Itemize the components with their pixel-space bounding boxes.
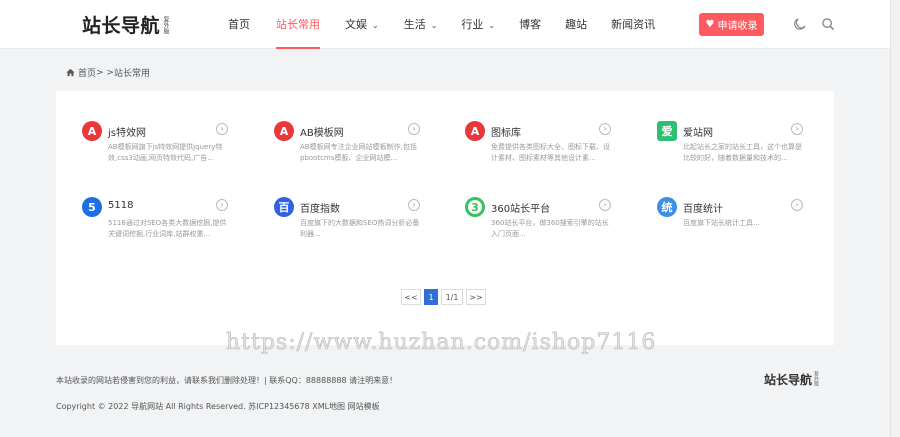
nav-label: 生活 [403,18,426,31]
site-name: 百度指数 [300,204,340,215]
arrow-right-circle-icon[interactable]: › [791,123,803,135]
breadcrumb-separator: > > [96,67,114,78]
breadcrumb: 首页 > > 站长常用 [66,66,150,79]
watermark-text: https://www.huzhan.com/ishop7116 [226,330,657,356]
pagination-next[interactable]: >> [466,289,486,305]
site-logo-icon: A [82,121,102,141]
pagination-prev[interactable]: << [401,289,421,305]
moon-icon[interactable] [793,17,807,31]
site-logo-icon: 百 [274,197,294,217]
site-logo-icon: 5 [82,197,102,217]
nav-item-entertainment[interactable]: 文娱 ⌄ [345,0,379,49]
arrow-right-circle-icon[interactable]: › [408,123,420,135]
site-name: 5118 [108,200,134,211]
breadcrumb-home[interactable]: 首页 [78,66,96,79]
site-card[interactable]: A 图标库 › 免费提供各类图标大全、图标下载、设计素材、图标素材等其他设计素.… [465,121,615,181]
site-card[interactable]: 统 百度统计 › 百度旗下站长统计工具... [657,197,807,257]
nav-label: 首页 [228,18,250,31]
page-scrollbar[interactable] [890,0,900,437]
nav-label: 博客 [519,18,542,31]
arrow-right-circle-icon[interactable]: › [791,199,803,211]
footer-logo-subtext: 复外版 [813,371,820,386]
site-name: js特效网 [108,128,146,139]
arrow-right-circle-icon[interactable]: › [599,123,611,135]
logo-text: 站长导航 [82,15,161,37]
main-nav: 首页 站长常用 文娱 ⌄ 生活 ⌄ 行业 ⌄ 博客 趣站 新闻资讯 [228,0,655,49]
pagination-page-current[interactable]: 1 [424,289,438,305]
apply-listing-button[interactable]: ♥ 申请收录 [699,13,764,36]
arrow-right-circle-icon[interactable]: › [408,199,420,211]
arrow-right-circle-icon[interactable]: › [216,123,228,135]
site-description: 百度旗下的大数据和SEO热词分析必备利器... [300,219,420,238]
site-logo-icon: 爱 [657,121,677,141]
site-description: 比起站长之家的站长工具，这个也算是比较的好，随着数据量和技术的... [683,143,802,162]
breadcrumb-current: 站长常用 [113,69,150,79]
nav-item-industry[interactable]: 行业 ⌄ [461,0,495,49]
apply-label: 申请收录 [717,21,758,32]
chevron-down-icon: ⌄ [372,21,379,30]
site-logo-icon: 统 [657,197,677,217]
home-icon [66,68,75,77]
site-card[interactable]: 3 360站长平台 › 360站长平台，做360搜索引擎的站长入门页面... [465,197,615,257]
site-card[interactable]: 百 百度指数 › 百度旗下的大数据和SEO热词分析必备利器... [274,197,424,257]
footer-logo[interactable]: 站长导航 复外版 [764,371,820,388]
site-description: AB模板网专注企业网站模板制作,包括pbootcms模板、企业网站模... [300,143,417,162]
site-name: 360站长平台 [491,204,551,215]
logo-subtext: 复外版 [162,16,170,34]
nav-item-fun[interactable]: 趣站 [565,0,587,49]
site-name: AB模板网 [300,128,344,139]
site-card[interactable]: 5 5118 › 5118通过对SEO各类大数据挖掘,提供关键词挖掘,行业词库,… [82,197,232,257]
nav-label: 文娱 [345,18,367,31]
arrow-right-circle-icon[interactable]: › [599,199,611,211]
site-card[interactable]: A AB模板网 › AB模板网专注企业网站模板制作,包括pbootcms模板、企… [274,121,424,181]
nav-label: 站长常用 [276,18,320,31]
nav-label: 趣站 [565,18,588,31]
footer-logo-text: 站长导航 [764,373,813,387]
site-logo-icon: A [465,121,485,141]
arrow-right-circle-icon[interactable]: › [216,199,228,211]
site-card[interactable]: 爱 爱站网 › 比起站长之家的站长工具，这个也算是比较的好，随着数据量和技术的.… [657,121,807,181]
site-description: AB模板网旗下js特效网提供jquery特效,css3动画,网页特效代码,广告.… [108,143,223,162]
site-logo[interactable]: 站长导航 复外版 [82,11,170,38]
search-icon[interactable] [821,17,835,31]
site-card[interactable]: A js特效网 › AB模板网旗下js特效网提供jquery特效,css3动画,… [82,121,232,181]
pagination: << 1 1/1 >> [401,289,489,305]
nav-item-webmaster[interactable]: 站长常用 [276,0,320,49]
nav-item-home[interactable]: 首页 [228,0,250,49]
nav-item-life[interactable]: 生活 ⌄ [404,0,438,49]
site-logo-icon: 3 [465,197,485,217]
site-name: 爱站网 [683,128,713,139]
top-header: 站长导航 复外版 首页 站长常用 文娱 ⌄ 生活 ⌄ 行业 ⌄ 博客 趣站 新闻资讯 … [0,0,890,49]
site-description: 百度旗下站长统计工具... [683,219,760,227]
chevron-down-icon: ⌄ [430,21,438,30]
footer-copyright: Copyright © 2022 导航网站 All Rights Reserve… [56,402,380,411]
nav-item-news[interactable]: 新闻资讯 [611,0,655,49]
site-name: 图标库 [491,128,521,139]
chevron-down-icon: ⌄ [488,21,496,30]
footer-notice: 本站收录的网站若侵害到您的利益，请联系我们删除处理！| 联系QQ：8888888… [56,376,398,385]
nav-label: 新闻资讯 [611,18,656,31]
site-description: 免费提供各类图标大全、图标下载、设计素材、图标素材等其他设计素... [491,143,610,162]
heart-icon: ♥ [705,19,715,30]
site-logo-icon: A [274,121,294,141]
nav-item-blog[interactable]: 博客 [519,0,541,49]
nav-label: 行业 [461,18,484,31]
site-description: 5118通过对SEO各类大数据挖掘,提供关键词挖掘,行业词库,站群权重... [108,219,227,238]
pagination-total: 1/1 [441,289,463,305]
site-name: 百度统计 [683,204,723,215]
site-list-panel: A js特效网 › AB模板网旗下js特效网提供jquery特效,css3动画,… [56,91,834,345]
site-description: 360站长平台，做360搜索引擎的站长入门页面... [491,219,609,238]
